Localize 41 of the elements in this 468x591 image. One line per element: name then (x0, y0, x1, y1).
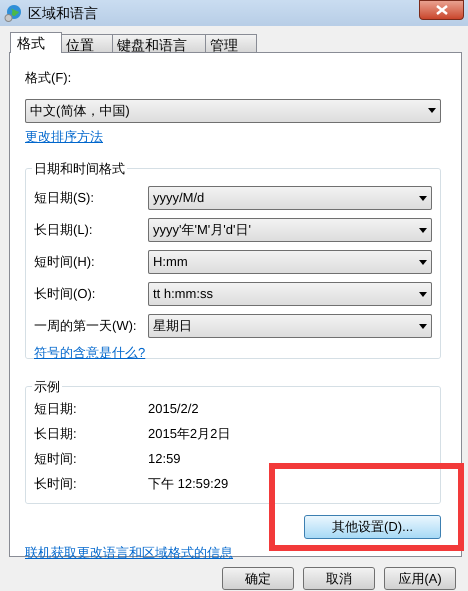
dialog-button[interactable]: 确定 (222, 567, 294, 590)
caret-icon (419, 260, 427, 264)
caret-icon (419, 324, 427, 328)
example-label: 短日期: (34, 400, 78, 418)
example-label: 长日期: (34, 424, 78, 443)
field-label: 一周的第一天(W): (34, 317, 138, 336)
caret-icon (419, 292, 427, 296)
link[interactable]: 更改排序方法 (25, 126, 103, 146)
dropdown[interactable]: yyyy'年'M'月'd'日' (148, 218, 432, 242)
dropdown[interactable]: 星期日 (148, 314, 432, 338)
field-label: 长时间(O): (34, 285, 96, 304)
caret-icon (419, 228, 427, 232)
example-label: 短时间: (34, 450, 78, 468)
caret-icon (428, 108, 436, 113)
dropdown[interactable]: H:mm (148, 250, 432, 274)
example-value: 2015年2月2日 (148, 424, 230, 443)
dropdown[interactable]: yyyy/M/d (148, 186, 432, 210)
dialog-button[interactable]: 应用(A) (384, 567, 456, 590)
tab[interactable]: 键盘和语言 (112, 34, 206, 52)
example-value: 12:59 (148, 450, 181, 468)
additional-settings-button[interactable]: 其他设置(D)... (304, 515, 441, 539)
caret-icon (419, 196, 427, 200)
tab[interactable]: 位置 (61, 34, 113, 52)
dropdown[interactable]: 中文(简体，中国) (25, 98, 441, 122)
tab[interactable]: 格式 (10, 32, 62, 53)
field-label: 格式(F): (25, 69, 72, 87)
field-label: 短日期(S): (34, 189, 95, 208)
link[interactable]: 联机获取更改语言和区域格式的信息 (25, 543, 233, 562)
field-label: 短时间(H): (34, 253, 96, 272)
dialog-button[interactable]: 取消 (303, 567, 375, 590)
field-label: 长日期(L): (34, 221, 94, 240)
globe-icon (4, 4, 22, 22)
example-label: 长时间: (34, 474, 78, 493)
example-value: 下午 12:59:29 (148, 474, 228, 493)
example-value: 2015/2/2 (148, 400, 199, 418)
window-title: 区域和语言 (28, 4, 98, 22)
dropdown[interactable]: tt h:mm:ss (148, 282, 432, 306)
tab[interactable]: 管理 (205, 34, 257, 52)
close-icon (436, 5, 448, 15)
close-button[interactable] (419, 0, 464, 20)
link[interactable]: 符号的含意是什么? (34, 343, 146, 362)
